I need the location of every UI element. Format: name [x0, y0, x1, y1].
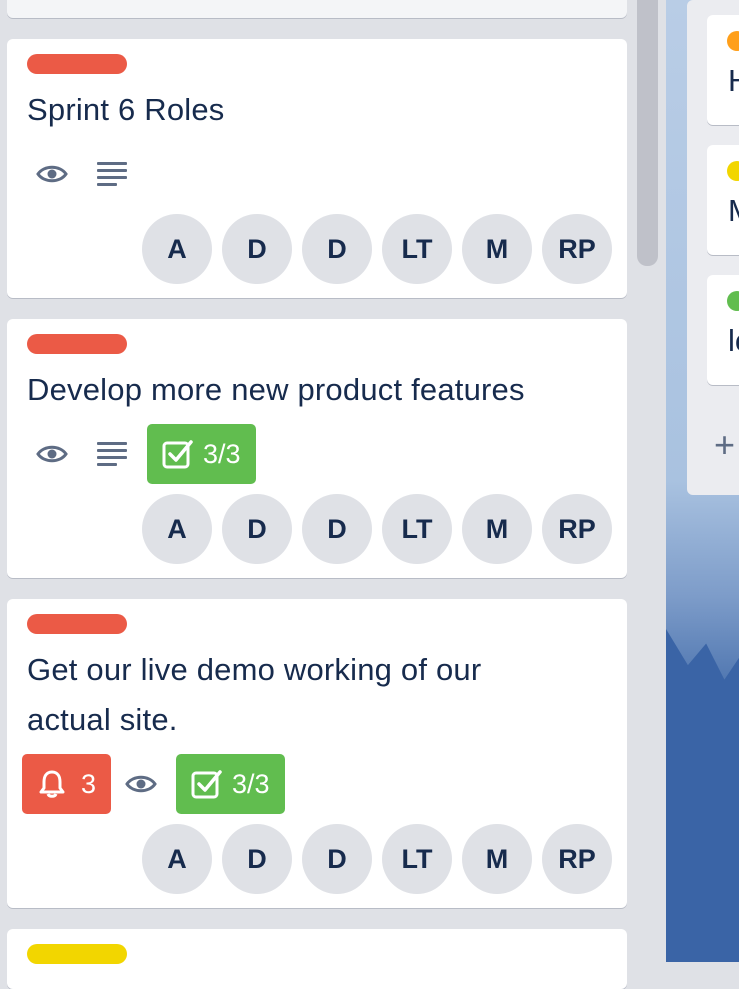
card-title-line-1: Get our live demo working of our	[27, 652, 482, 687]
card-label[interactable]	[27, 334, 127, 354]
card-label	[727, 31, 739, 51]
member-avatar[interactable]: D	[222, 214, 292, 284]
member-avatar[interactable]: RP	[542, 214, 612, 284]
card-label[interactable]	[27, 614, 127, 634]
member-avatar[interactable]: D	[222, 494, 292, 564]
description-icon	[82, 424, 142, 484]
member-avatar[interactable]: D	[222, 824, 292, 894]
member-avatar[interactable]: LT	[382, 824, 452, 894]
adjacent-card[interactable]: M	[707, 145, 739, 255]
card-label[interactable]	[27, 54, 127, 74]
checklist-count: 3/3	[232, 768, 270, 799]
adjacent-card[interactable]: lc	[707, 275, 739, 385]
member-avatar[interactable]: D	[302, 824, 372, 894]
member-avatar[interactable]: RP	[542, 494, 612, 564]
card-label	[727, 161, 739, 181]
checklist-icon	[191, 770, 222, 799]
card-label[interactable]	[27, 944, 127, 964]
member-avatar[interactable]: A	[142, 214, 212, 284]
member-avatar[interactable]: D	[302, 214, 372, 284]
card-title-line-2: actual site.	[27, 702, 178, 737]
member-avatar[interactable]: LT	[382, 494, 452, 564]
card-partial[interactable]	[7, 929, 627, 989]
background-mountain	[666, 628, 739, 962]
checklist-badge: 3/3	[147, 424, 256, 484]
card-title-fragment: H	[728, 63, 739, 99]
checklist-badge: 3/3	[176, 754, 285, 814]
member-avatar[interactable]: M	[462, 824, 532, 894]
due-badge: 3	[22, 754, 112, 814]
card-members: A D D LT M RP	[132, 214, 612, 284]
card-develop-features[interactable]: Develop more new product features 3/3 A …	[7, 319, 627, 578]
card-sprint-6-roles[interactable]: Sprint 6 Roles A D D LT M RP	[7, 39, 627, 298]
card-label	[727, 291, 739, 311]
card-title: Develop more new product features	[27, 372, 525, 407]
card-badges: 3/3	[22, 424, 256, 484]
plus-icon[interactable]: +	[714, 424, 735, 466]
card-title-fragment: lc	[728, 323, 739, 358]
eye-icon	[22, 424, 82, 484]
card-title-fragment: M	[728, 193, 739, 229]
card-badges: 3 3/3	[22, 754, 285, 814]
eye-icon	[22, 144, 82, 204]
card-badges	[22, 144, 142, 204]
member-avatar[interactable]: M	[462, 214, 532, 284]
member-avatar[interactable]: D	[302, 494, 372, 564]
list-scrollbar-thumb[interactable]	[637, 0, 658, 266]
card-members: A D D LT M RP	[132, 494, 612, 564]
checklist-icon	[162, 440, 193, 469]
member-avatar[interactable]: LT	[382, 214, 452, 284]
member-avatar[interactable]: RP	[542, 824, 612, 894]
member-avatar[interactable]: M	[462, 494, 532, 564]
eye-icon	[111, 754, 171, 814]
adjacent-card[interactable]: H	[707, 15, 739, 125]
bell-icon	[39, 770, 65, 798]
due-count: 3	[81, 768, 97, 799]
card-members: A D D LT M RP	[132, 824, 612, 894]
card-title: Sprint 6 Roles	[27, 92, 225, 127]
card-live-demo[interactable]: Get our live demo working of our actual …	[7, 599, 627, 908]
member-avatar[interactable]: A	[142, 494, 212, 564]
previous-card-stub[interactable]	[7, 0, 627, 18]
description-icon	[82, 144, 142, 204]
member-avatar[interactable]: A	[142, 824, 212, 894]
checklist-count: 3/3	[203, 438, 241, 469]
